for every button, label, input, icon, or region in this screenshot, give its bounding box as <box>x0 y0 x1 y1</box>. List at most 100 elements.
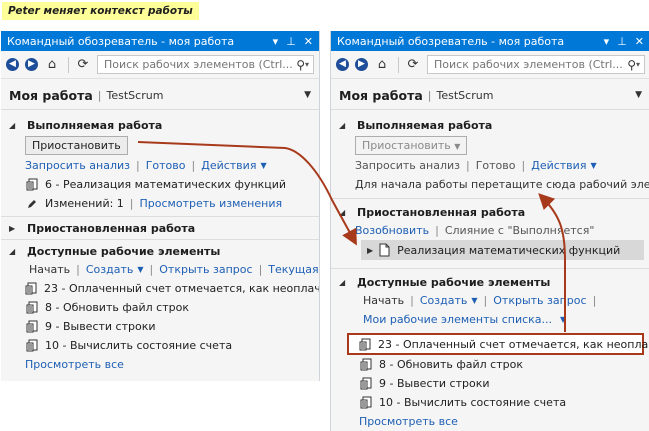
chevron-down-icon[interactable]: ▼ <box>260 161 266 170</box>
drop-hint: Для начала работы перетащите сюда рабочи… <box>355 178 649 191</box>
work-item-label: 9 - Вывести строки <box>45 320 156 333</box>
suspend-button[interactable]: Приостановить <box>25 135 128 155</box>
search-dropdown-icon[interactable]: ▾ <box>305 60 309 69</box>
view-all-link[interactable]: Просмотреть все <box>25 358 124 371</box>
expanded-triangle-icon[interactable]: ◢ <box>339 208 351 217</box>
back-icon[interactable]: ◀ <box>6 58 19 71</box>
open-query-link[interactable]: Открыть запрос <box>493 294 586 307</box>
view-changes-link[interactable]: Просмотреть изменения <box>140 197 283 210</box>
dropdown-icon[interactable]: ▾ <box>273 35 279 48</box>
finish-link[interactable]: Готово <box>146 159 186 172</box>
work-item-label: 10 - Вычислить состояние счета <box>379 396 567 409</box>
home-icon[interactable]: ⌂ <box>44 57 60 73</box>
search-dropdown-icon[interactable]: ▾ <box>636 60 640 69</box>
chevron-down-icon[interactable]: ▼ <box>590 161 596 170</box>
section-suspended[interactable]: ▶ Приостановленная работа <box>1 219 319 237</box>
work-item-row[interactable]: 6 - Реализация математических функций <box>1 175 319 194</box>
search-icon[interactable]: ⚲ <box>627 58 636 72</box>
collapsed-triangle-icon[interactable]: ▶ <box>367 246 373 255</box>
pipe-separator: | <box>592 294 597 307</box>
work-item-row[interactable]: 8 - Обновить файл строк <box>331 355 649 374</box>
expanded-triangle-icon[interactable]: ◢ <box>9 121 21 130</box>
document-icon <box>377 243 391 257</box>
work-item-row[interactable]: 9 - Вывести строки <box>1 317 319 336</box>
create-menu[interactable]: Создать <box>86 263 134 276</box>
section-in-progress[interactable]: ◢ Выполняемая работа <box>331 116 649 134</box>
refresh-icon[interactable]: ⟳ <box>405 57 421 73</box>
close-icon[interactable]: ✕ <box>635 35 644 48</box>
expanded-triangle-icon[interactable]: ◢ <box>339 121 351 130</box>
view-all-link[interactable]: Просмотреть все <box>359 415 458 428</box>
pin-icon[interactable]: ⊥ <box>286 35 296 48</box>
open-query-link[interactable]: Открыть запрос <box>159 263 252 276</box>
work-item-row[interactable]: 23 - Оплаченный счет отмечается, как нео… <box>347 333 649 355</box>
pin-icon[interactable]: ⊥ <box>617 35 627 48</box>
chevron-down-icon[interactable]: ▼ <box>471 296 477 305</box>
section-available[interactable]: ◢ Доступные рабочие элементы <box>1 242 319 260</box>
page-title: Моя работа <box>339 87 423 103</box>
create-menu[interactable]: Создать <box>420 294 468 307</box>
work-item-icon <box>25 282 38 296</box>
start-link[interactable]: Начать <box>29 263 70 276</box>
actions-menu[interactable]: Действия <box>201 159 256 172</box>
search-icon[interactable]: ⚲ <box>296 58 305 72</box>
work-item-icon <box>25 339 39 353</box>
suspended-item-row[interactable]: ▶ Реализация математических функций <box>361 240 644 260</box>
section-title: Приостановленная работа <box>357 205 526 219</box>
chevron-down-icon[interactable]: ▼ <box>560 315 566 324</box>
collapsed-triangle-icon[interactable]: ▶ <box>9 224 21 233</box>
home-icon[interactable]: ⌂ <box>374 57 390 73</box>
work-item-label: 8 - Обновить файл строк <box>379 358 523 371</box>
work-item-row[interactable]: 10 - Вычислить состояние счета <box>331 393 649 412</box>
forward-icon[interactable]: ▶ <box>355 58 368 71</box>
section-available[interactable]: ◢ Доступные рабочие элементы <box>331 273 649 291</box>
work-item-row[interactable]: 9 - Вывести строки <box>331 374 649 393</box>
team-explorer-left: Командный обозреватель - моя работа ▾ ⊥ … <box>1 31 320 381</box>
expanded-triangle-icon[interactable]: ◢ <box>339 278 351 287</box>
chevron-down-icon[interactable]: ▼ <box>137 265 143 274</box>
request-review-link[interactable]: Запросить анализ <box>25 159 130 172</box>
work-item-row[interactable]: 8 - Обновить файл строк <box>1 298 319 317</box>
forward-icon[interactable]: ▶ <box>25 58 38 71</box>
chevron-down-icon[interactable]: ▼ <box>304 90 311 100</box>
window-title: Командный обозреватель - моя работа <box>337 34 565 48</box>
work-item-row[interactable]: 23 - Оплаченный счет отмечается, как нео… <box>1 279 319 298</box>
pipe-separator: | <box>483 294 488 307</box>
caption: Peter меняет контекст работы <box>2 2 199 20</box>
close-icon[interactable]: ✕ <box>304 35 313 48</box>
work-item-label: 23 - Оплаченный счет отмечается, как нео… <box>44 282 320 295</box>
start-link[interactable]: Начать <box>363 294 404 307</box>
section-suspended[interactable]: ◢ Приостановленная работа <box>331 203 649 221</box>
search-box[interactable]: ⚲ ▾ <box>97 55 314 74</box>
section-title: Доступные рабочие элементы <box>357 275 551 289</box>
page-separator: | <box>427 88 432 102</box>
window-title: Командный обозреватель - моя работа <box>7 34 235 48</box>
work-item-label: 10 - Вычислить состояние счета <box>45 339 233 352</box>
available-items-list: 23 - Оплаченный счет отмечается, как нео… <box>331 333 649 412</box>
search-input[interactable] <box>432 57 626 72</box>
page-header: Моя работа | TestScrum ▼ <box>1 83 319 107</box>
my-items-list-menu[interactable]: Мои рабочие элементы списка... <box>363 313 552 326</box>
refresh-icon[interactable]: ⟳ <box>75 57 91 73</box>
chevron-down-icon[interactable]: ▼ <box>635 90 642 100</box>
pencil-icon <box>25 197 39 211</box>
changes-label: Изменений: 1 <box>45 197 124 210</box>
section-in-progress[interactable]: ◢ Выполняемая работа <box>1 116 319 134</box>
available-items-list: 23 - Оплаченный счет отмечается, как нео… <box>1 279 319 355</box>
work-item-row[interactable]: 10 - Вычислить состояние счета <box>1 336 319 355</box>
search-box[interactable]: ⚲ ▾ <box>427 55 645 74</box>
work-item-label: 23 - Оплаченный счет отмечается, как нео… <box>378 337 649 351</box>
resume-link[interactable]: Возобновить <box>355 224 429 237</box>
search-input[interactable] <box>102 57 295 72</box>
divider <box>1 216 319 217</box>
current-iteration-menu[interactable]: Текущая итер... <box>268 263 319 276</box>
toolbar: ◀ ▶ ⌂ ⟳ ⚲ ▾ <box>1 51 319 79</box>
work-item-icon <box>25 320 39 334</box>
dropdown-icon[interactable]: ▾ <box>604 35 610 48</box>
page-separator: | <box>97 88 102 102</box>
expanded-triangle-icon[interactable]: ◢ <box>9 247 21 256</box>
pipe-separator: | <box>410 294 414 307</box>
actions-menu[interactable]: Действия <box>531 159 586 172</box>
back-icon[interactable]: ◀ <box>336 58 349 71</box>
pipe-separator: | <box>149 263 154 276</box>
